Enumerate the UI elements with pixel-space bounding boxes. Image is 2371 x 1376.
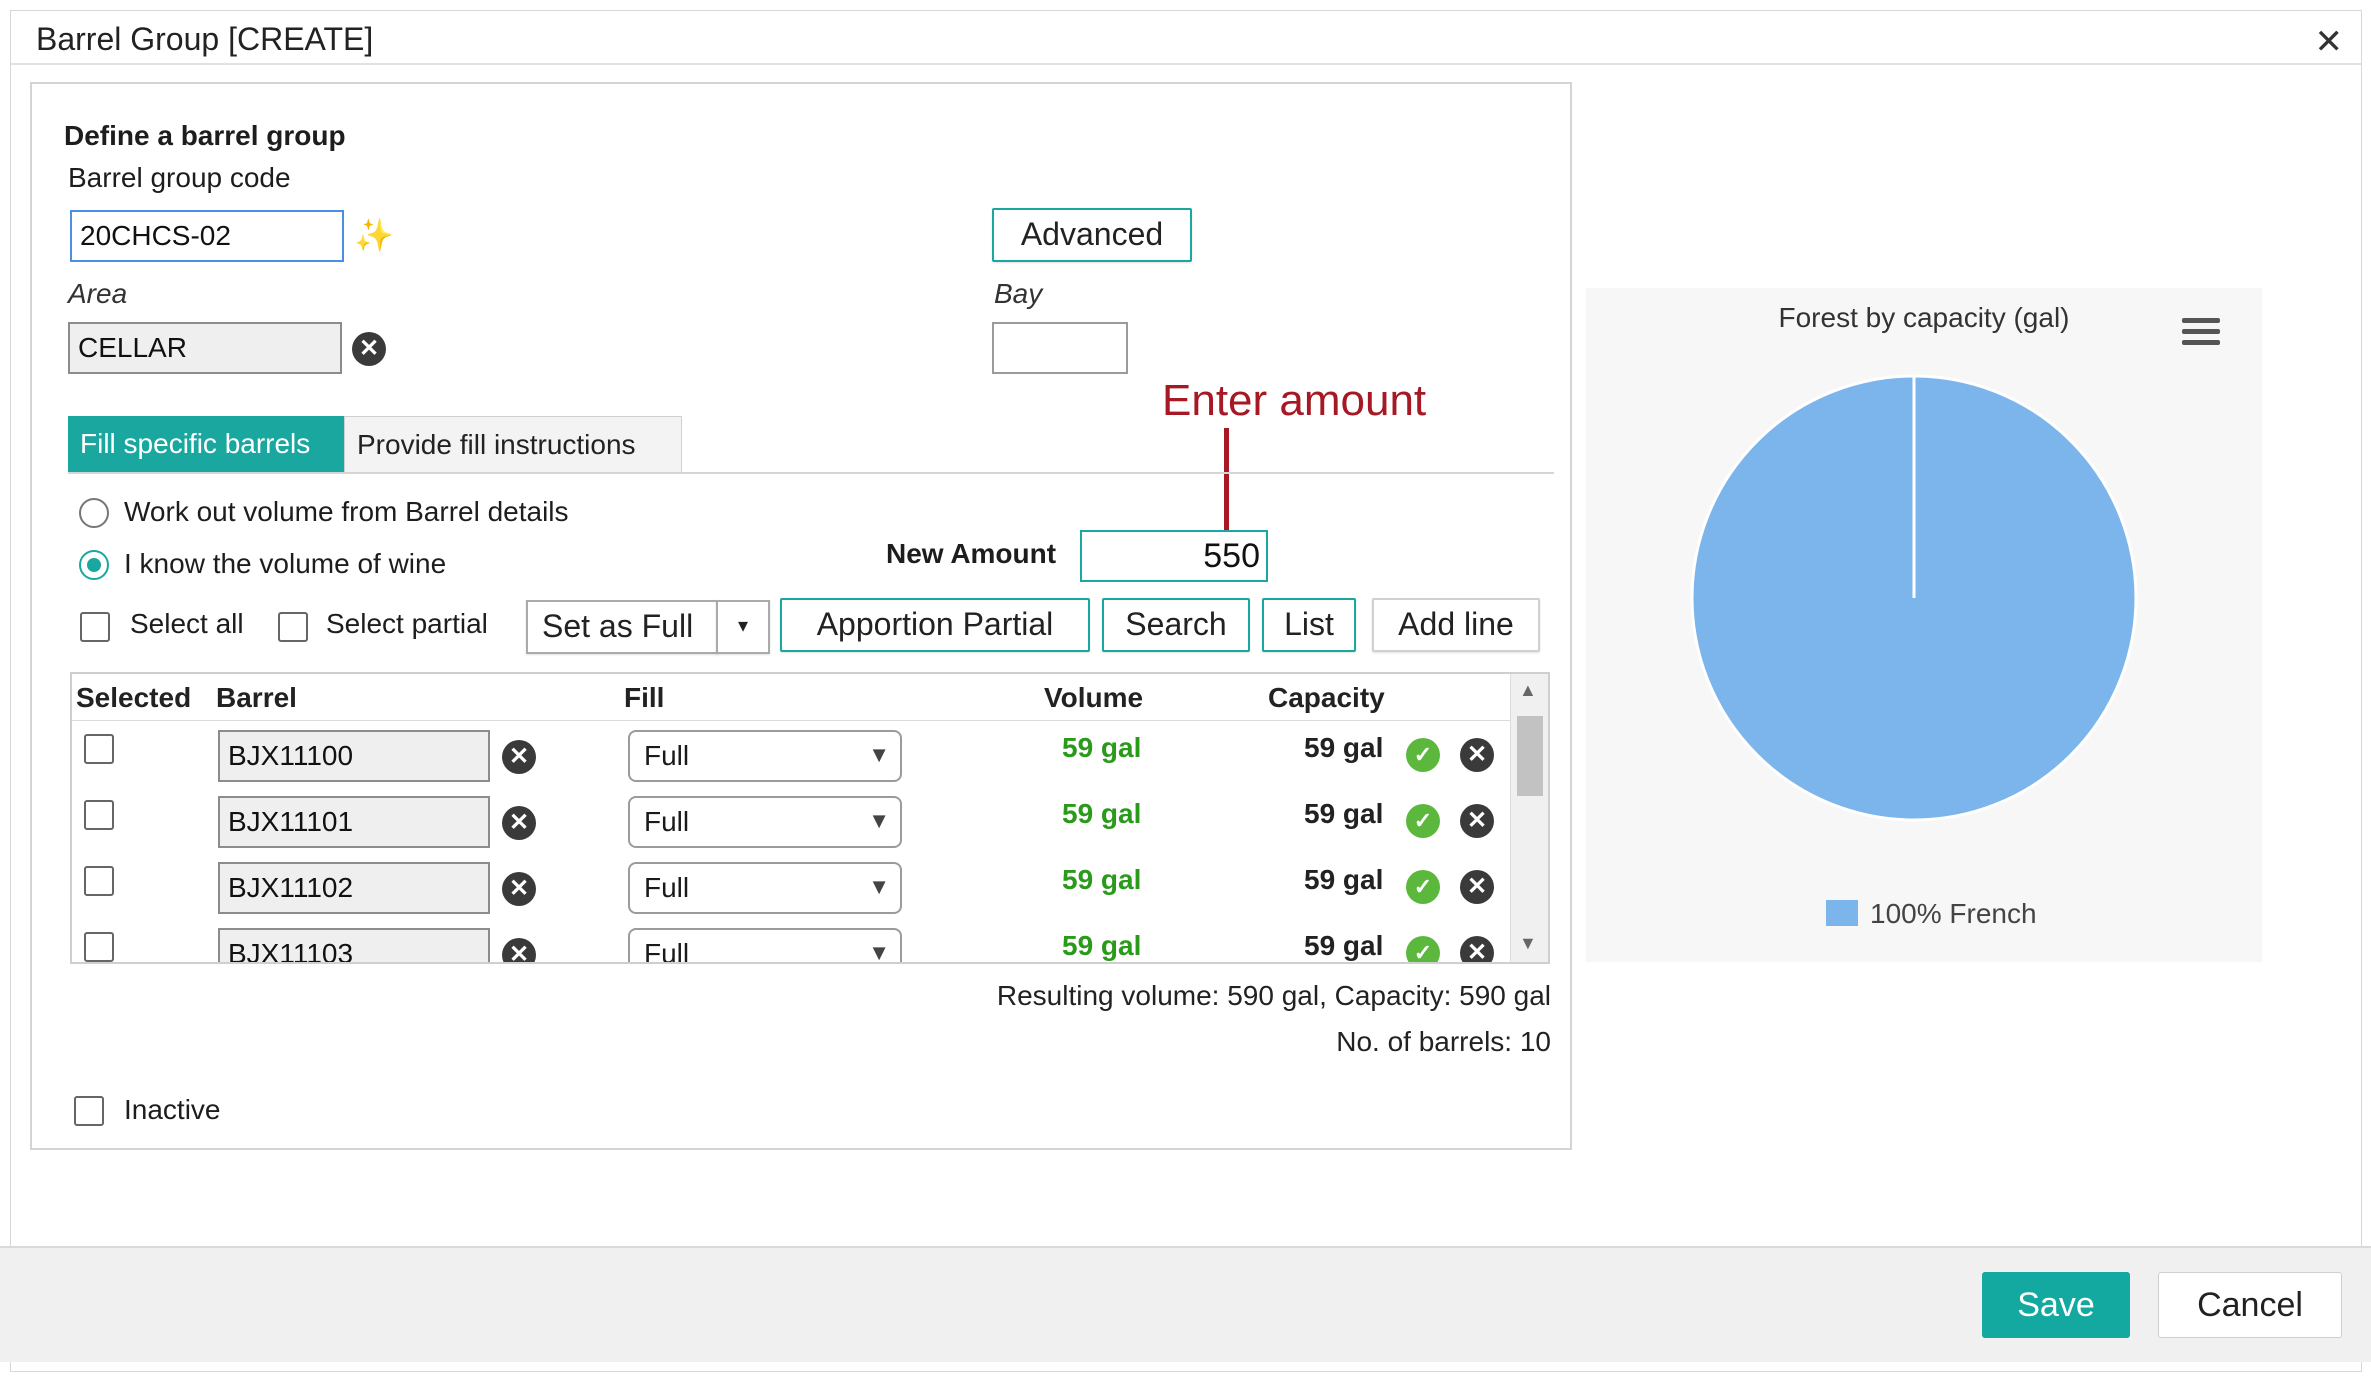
fill-select-value: Full <box>644 740 690 771</box>
col-header-volume: Volume <box>1044 682 1144 713</box>
remove-row-icon[interactable]: ✕ <box>1460 738 1494 772</box>
table-scrollbar[interactable]: ▲ ▼ <box>1510 674 1548 962</box>
fill-select-value: Full <box>644 938 690 964</box>
table-header-divider <box>72 720 1512 721</box>
resulting-volume-text: Resulting volume: 590 gal, Capacity: 590… <box>996 980 1551 1011</box>
clear-barrel-icon[interactable]: ✕ <box>502 740 536 774</box>
select-all-label: Select all <box>130 608 244 639</box>
save-button[interactable]: Save <box>1982 1272 2130 1338</box>
chevron-down-icon: ▼ <box>868 808 890 833</box>
row-select-checkbox[interactable] <box>84 932 114 962</box>
bay-input[interactable] <box>992 322 1128 374</box>
capacity-value: 59 gal <box>1304 864 1384 895</box>
chevron-down-icon: ▼ <box>868 874 890 899</box>
radio-know-label: I know the volume of wine <box>124 548 447 579</box>
inactive-checkbox[interactable] <box>74 1096 104 1126</box>
dialog-titlebar: Barrel Group [CREATE] ✕ <box>11 11 2361 65</box>
col-header-fill: Fill <box>624 682 665 713</box>
barrel-input[interactable] <box>218 730 490 782</box>
chevron-down-icon: ▼ <box>868 940 890 964</box>
list-button[interactable]: List <box>1262 598 1356 652</box>
fill-select-value: Full <box>644 806 690 837</box>
barrel-input[interactable] <box>218 862 490 914</box>
search-button[interactable]: Search <box>1102 598 1250 652</box>
clear-barrel-icon[interactable]: ✕ <box>502 938 536 962</box>
check-icon: ✓ <box>1406 738 1440 772</box>
scroll-down-icon[interactable]: ▼ <box>1519 933 1537 954</box>
volume-value: 59 gal <box>1062 798 1142 829</box>
fill-select[interactable]: Full ▼ <box>628 730 902 782</box>
row-select-checkbox[interactable] <box>84 866 114 896</box>
capacity-value: 59 gal <box>1304 798 1384 829</box>
radio-work-out-volume[interactable] <box>79 498 109 528</box>
row-select-checkbox[interactable] <box>84 800 114 830</box>
dialog-title: Barrel Group [CREATE] <box>36 21 374 57</box>
radio-work-out-label: Work out volume from Barrel details <box>124 496 569 527</box>
scroll-thumb[interactable] <box>1517 716 1543 796</box>
new-amount-input[interactable] <box>1080 530 1268 582</box>
tab-fill-specific-barrels[interactable]: Fill specific barrels <box>68 416 344 474</box>
table-row: ✕ Full ▼ 59 gal 59 gal ✓ ✕ <box>72 790 1512 856</box>
volume-value: 59 gal <box>1062 930 1142 961</box>
inactive-label: Inactive <box>124 1094 221 1125</box>
bay-label: Bay <box>994 278 1043 309</box>
new-amount-label: New Amount <box>886 538 1057 569</box>
cancel-button[interactable]: Cancel <box>2158 1272 2342 1338</box>
barrel-group-code-input[interactable] <box>70 210 344 262</box>
col-header-capacity: Capacity <box>1268 682 1385 713</box>
table-row: ✕ Full ▼ 59 gal 59 gal ✓ ✕ <box>72 856 1512 922</box>
col-header-barrel: Barrel <box>216 682 297 713</box>
area-input[interactable] <box>68 322 342 374</box>
annotation-label: Enter amount <box>1162 376 1427 425</box>
table-row: ✕ Full ▼ 59 gal 59 gal ✓ ✕ <box>72 724 1512 790</box>
legend-item[interactable]: 100% French <box>1870 898 2037 930</box>
fill-select[interactable]: Full ▼ <box>628 928 902 964</box>
remove-row-icon[interactable]: ✕ <box>1460 870 1494 904</box>
select-partial-checkbox[interactable] <box>278 612 308 642</box>
check-icon: ✓ <box>1406 804 1440 838</box>
capacity-value: 59 gal <box>1304 930 1384 961</box>
remove-row-icon[interactable]: ✕ <box>1460 804 1494 838</box>
forest-pie-chart: Forest by capacity (gal) 100% French <box>1586 288 2262 962</box>
barrel-group-code-label: Barrel group code <box>68 162 291 193</box>
tab-provide-fill-instructions[interactable]: Provide fill instructions <box>344 416 682 474</box>
close-icon[interactable]: ✕ <box>2315 25 2344 59</box>
area-label: Area <box>68 278 128 309</box>
section-heading: Define a barrel group <box>64 120 346 151</box>
remove-row-icon[interactable]: ✕ <box>1460 936 1494 962</box>
clear-barrel-icon[interactable]: ✕ <box>502 806 536 840</box>
fill-select[interactable]: Full ▼ <box>628 862 902 914</box>
legend-swatch <box>1826 900 1858 926</box>
volume-value: 59 gal <box>1062 864 1142 895</box>
fill-select-value: Full <box>644 872 690 903</box>
annotation-pointer <box>1224 428 1229 532</box>
row-select-checkbox[interactable] <box>84 734 114 764</box>
tab-divider <box>68 472 1554 474</box>
scroll-up-icon[interactable]: ▲ <box>1519 680 1537 701</box>
table-row: ✕ Full ▼ 59 gal 59 gal ✓ ✕ <box>72 922 1512 964</box>
volume-value: 59 gal <box>1062 732 1142 763</box>
fill-select[interactable]: Full ▼ <box>628 796 902 848</box>
clear-area-icon[interactable]: ✕ <box>352 332 386 366</box>
barrel-input[interactable] <box>218 928 490 962</box>
radio-know-volume[interactable] <box>79 550 109 580</box>
col-header-selected: Selected <box>76 682 192 713</box>
chevron-down-icon: ▼ <box>868 742 890 767</box>
select-all-checkbox[interactable] <box>80 612 110 642</box>
check-icon: ✓ <box>1406 870 1440 904</box>
barrel-count-text: No. of barrels: 10 <box>1336 1026 1551 1057</box>
magic-wand-icon[interactable]: ✨ <box>354 216 394 254</box>
set-as-dropdown[interactable]: Set as Full <box>526 600 718 654</box>
add-line-button[interactable]: Add line <box>1372 598 1540 652</box>
clear-barrel-icon[interactable]: ✕ <box>502 872 536 906</box>
capacity-value: 59 gal <box>1304 732 1384 763</box>
apportion-partial-button[interactable]: Apportion Partial <box>780 598 1090 652</box>
check-icon: ✓ <box>1406 936 1440 962</box>
barrels-table: Selected Barrel Fill Volume Capacity ✕ F… <box>70 672 1550 964</box>
set-as-dropdown-arrow[interactable]: ▾ <box>716 600 770 654</box>
pie-svg <box>1690 374 2138 822</box>
barrel-input[interactable] <box>218 796 490 848</box>
select-partial-label: Select partial <box>326 608 488 639</box>
advanced-button[interactable]: Advanced <box>992 208 1192 262</box>
